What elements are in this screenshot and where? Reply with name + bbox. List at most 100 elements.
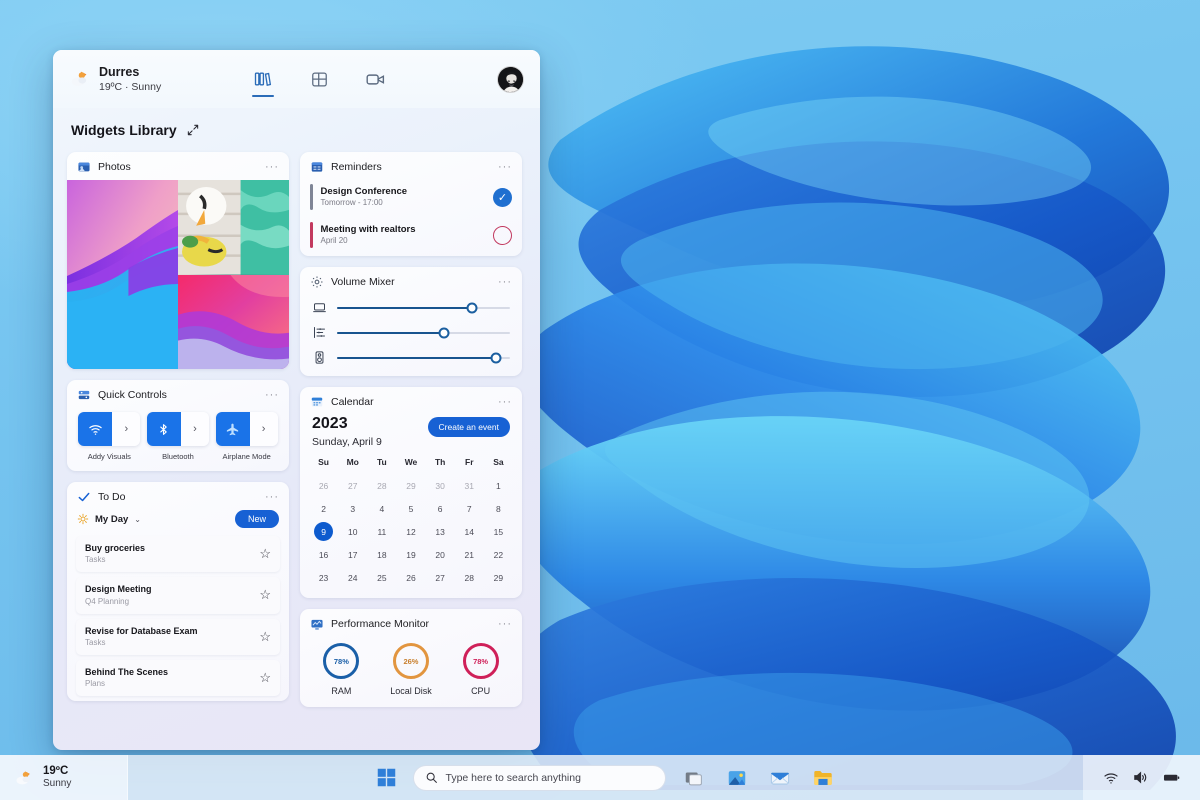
star-icon[interactable]: ☆ xyxy=(259,629,271,645)
star-icon[interactable]: ☆ xyxy=(259,587,271,603)
calendar-day[interactable]: 6 xyxy=(426,498,455,519)
todo-list-selector[interactable]: My Day ⌄ New xyxy=(67,510,289,536)
calendar-day[interactable]: 28 xyxy=(367,475,396,496)
widget-photos[interactable]: Photos ··· xyxy=(67,152,289,369)
calendar-day[interactable]: 12 xyxy=(396,521,425,542)
quick-controls-menu-button[interactable]: ··· xyxy=(265,389,279,401)
photos-menu-button[interactable]: ··· xyxy=(265,161,279,173)
calendar-day[interactable]: 29 xyxy=(396,475,425,496)
calendar-day[interactable]: 7 xyxy=(455,498,484,519)
device-volume-slider[interactable] xyxy=(337,302,510,313)
bluetooth-toggle[interactable] xyxy=(146,412,181,446)
todo-list-item[interactable]: Revise for Database Exam Tasks ☆ xyxy=(76,618,280,655)
airplane-toggle[interactable] xyxy=(215,412,250,446)
wifi-tray-icon[interactable] xyxy=(1103,770,1119,786)
calendar-day[interactable]: 16 xyxy=(309,544,338,565)
calendar-day[interactable]: 27 xyxy=(338,475,367,496)
todo-list-item[interactable]: Design Meeting Q4 Planning ☆ xyxy=(76,577,280,614)
calendar-day[interactable]: 21 xyxy=(455,544,484,565)
todo-list-item[interactable]: Buy groceries Tasks ☆ xyxy=(76,536,280,573)
wifi-expand-button[interactable]: › xyxy=(112,412,141,446)
reminder-checkbox-done[interactable]: ✓ xyxy=(493,187,512,207)
volume-tray-icon[interactable] xyxy=(1132,769,1149,786)
calendar-day[interactable]: 14 xyxy=(455,521,484,542)
calendar-day[interactable]: 5 xyxy=(396,498,425,519)
todo-list-item[interactable]: Behind The Scenes Plans ☆ xyxy=(76,659,280,696)
photo-tile-1[interactable] xyxy=(178,180,289,275)
photos-app-icon[interactable] xyxy=(722,763,752,793)
task-view-icon[interactable] xyxy=(679,763,709,793)
reminders-menu-button[interactable]: ··· xyxy=(498,161,512,173)
calendar-day[interactable]: 20 xyxy=(426,544,455,565)
calendar-day[interactable]: 28 xyxy=(455,567,484,588)
calendar-day[interactable]: 1 xyxy=(484,475,513,496)
user-avatar[interactable] xyxy=(497,65,524,93)
todo-new-button[interactable]: New xyxy=(234,510,279,528)
star-icon[interactable]: ☆ xyxy=(259,546,271,562)
calendar-day[interactable]: 27 xyxy=(426,567,455,588)
calendar-day[interactable]: 24 xyxy=(338,567,367,588)
bluetooth-expand-button[interactable]: › xyxy=(180,412,209,446)
calendar-day[interactable]: 4 xyxy=(367,498,396,519)
photos-collage[interactable] xyxy=(67,180,289,369)
widget-performance-monitor[interactable]: Performance Monitor ··· 78% RAM 26% Loca… xyxy=(300,609,522,707)
calendar-day[interactable]: 23 xyxy=(309,567,338,588)
windows-start-icon[interactable] xyxy=(374,765,400,791)
reminder-item[interactable]: Meeting with realtors April 20 xyxy=(300,218,522,256)
todo-menu-button[interactable]: ··· xyxy=(265,491,279,503)
calendar-day[interactable]: 29 xyxy=(484,567,513,588)
video-camera-icon[interactable] xyxy=(360,64,390,94)
calendar-day[interactable]: 10 xyxy=(338,521,367,542)
calendar-day[interactable]: 11 xyxy=(367,521,396,542)
photo-tile-2[interactable] xyxy=(67,180,178,369)
widget-todo[interactable]: To Do ··· My Day ⌄ New Buy groceries Tas xyxy=(67,482,289,701)
media-volume-slider[interactable] xyxy=(337,352,510,363)
calendar-day[interactable]: 17 xyxy=(338,544,367,565)
widget-quick-controls[interactable]: Quick Controls ··· › Addy Visuals › Blue… xyxy=(67,380,289,471)
calendar-day[interactable]: 22 xyxy=(484,544,513,565)
star-icon[interactable]: ☆ xyxy=(259,670,271,686)
mail-app-icon[interactable] xyxy=(765,763,795,793)
media-volume-knob[interactable] xyxy=(490,352,502,363)
perf-gauge-ram[interactable]: 78% RAM xyxy=(323,643,360,696)
reminder-checkbox-open[interactable] xyxy=(493,225,512,245)
widget-calendar[interactable]: Calendar ··· 2023 Sunday, April 9 Create… xyxy=(300,387,522,598)
file-explorer-icon[interactable] xyxy=(808,763,838,793)
perf-gauge-cpu[interactable]: 78% CPU xyxy=(462,643,499,696)
calendar-day[interactable]: 13 xyxy=(426,521,455,542)
widget-volume-mixer[interactable]: Volume Mixer ··· xyxy=(300,267,522,376)
library-icon[interactable] xyxy=(248,64,278,97)
app-volume-knob[interactable] xyxy=(438,327,450,338)
performance-menu-button[interactable]: ··· xyxy=(498,618,512,630)
calendar-day[interactable]: 2 xyxy=(309,498,338,519)
calendar-day[interactable]: 18 xyxy=(367,544,396,565)
app-volume-slider[interactable] xyxy=(337,327,510,338)
calendar-day[interactable]: 30 xyxy=(426,475,455,496)
widget-reminders[interactable]: Reminders ··· Design Conference Tomorrow… xyxy=(300,152,522,256)
calendar-day[interactable]: 8 xyxy=(484,498,513,519)
calendar-day[interactable]: 19 xyxy=(396,544,425,565)
expand-diagonal-icon[interactable] xyxy=(186,123,200,137)
system-tray[interactable] xyxy=(1083,755,1200,800)
calendar-day[interactable]: 25 xyxy=(367,567,396,588)
perf-gauge-disk[interactable]: 26% Local Disk xyxy=(390,643,432,696)
calendar-day-selected[interactable]: 9 xyxy=(309,521,338,542)
calendar-day[interactable]: 26 xyxy=(396,567,425,588)
calendar-day[interactable]: 26 xyxy=(309,475,338,496)
chevron-down-icon[interactable]: ⌄ xyxy=(134,515,141,524)
airplane-expand-button[interactable]: › xyxy=(249,412,278,446)
calendar-day[interactable]: 3 xyxy=(338,498,367,519)
calendar-day[interactable]: 31 xyxy=(455,475,484,496)
battery-tray-icon[interactable] xyxy=(1162,768,1181,787)
reminder-item[interactable]: Design Conference Tomorrow - 17:00 ✓ xyxy=(300,180,522,218)
photo-tile-3[interactable] xyxy=(178,274,289,369)
device-volume-knob[interactable] xyxy=(466,302,478,313)
create-event-button[interactable]: Create an event xyxy=(427,417,510,437)
volume-mixer-menu-button[interactable]: ··· xyxy=(498,276,512,288)
calendar-day[interactable]: 15 xyxy=(484,521,513,542)
calendar-menu-button[interactable]: ··· xyxy=(498,396,512,408)
widgets-grid-icon[interactable] xyxy=(304,64,334,94)
taskbar-weather-widget[interactable]: 19ºC Sunny xyxy=(0,755,128,800)
search-input[interactable]: Type here to search anything xyxy=(412,764,666,791)
wifi-toggle[interactable] xyxy=(78,412,113,446)
